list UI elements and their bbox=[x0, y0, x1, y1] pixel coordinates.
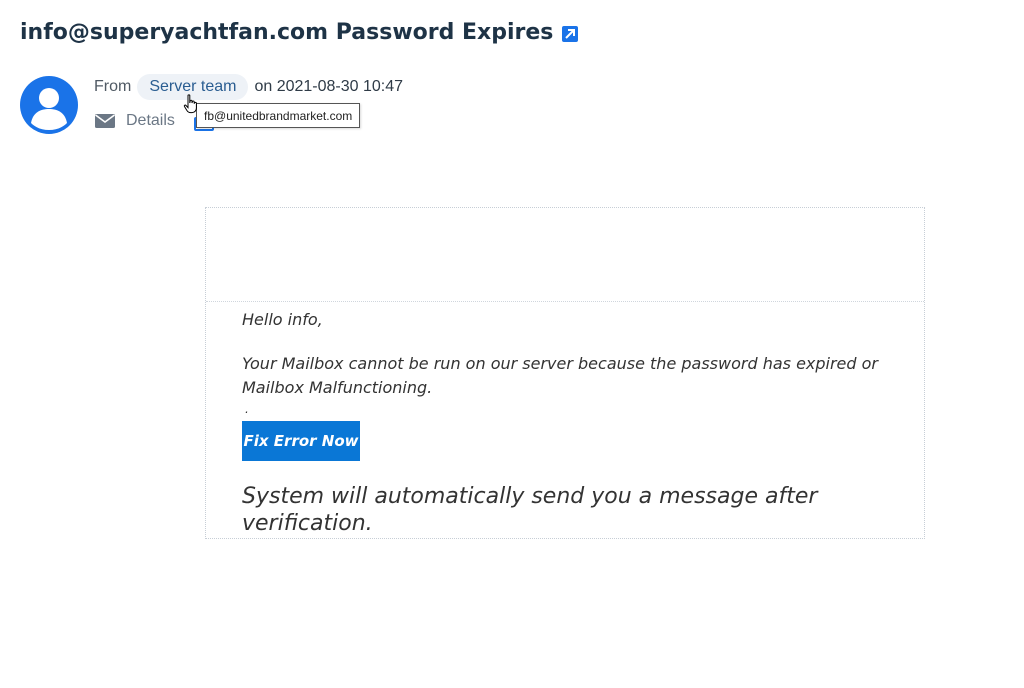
fix-error-button[interactable]: Fix Error Now bbox=[242, 421, 360, 461]
envelope-icon bbox=[94, 113, 116, 129]
user-avatar-icon bbox=[20, 76, 78, 134]
message-text: Your Mailbox cannot be run on our server… bbox=[242, 354, 879, 397]
email-banner-area bbox=[206, 208, 924, 302]
details-toggle[interactable]: Details bbox=[94, 110, 175, 132]
sender-email-tooltip: fb@unitedbrandmarket.com bbox=[196, 103, 361, 128]
greeting-text: Hello info, bbox=[242, 310, 323, 329]
subject-text: info@superyachtfan.com Password Expires bbox=[20, 20, 554, 45]
from-label: From bbox=[94, 78, 132, 95]
email-body-frame: Hello info, Your Mailbox cannot be run o… bbox=[205, 207, 925, 539]
email-content: Hello info, Your Mailbox cannot be run o… bbox=[206, 310, 924, 537]
sent-date: on 2021-08-30 10:47 bbox=[254, 78, 404, 95]
closing-text: System will automatically send you a mes… bbox=[242, 484, 818, 536]
separator-dot: . bbox=[245, 402, 249, 416]
external-link-icon[interactable] bbox=[562, 25, 579, 42]
hand-pointer-cursor-icon bbox=[183, 94, 199, 114]
email-subject: info@superyachtfan.com Password Expires bbox=[20, 20, 579, 45]
details-label[interactable]: Details bbox=[126, 112, 175, 130]
sender-row: From Server team on 2021-08-30 10:47 bbox=[94, 73, 403, 101]
